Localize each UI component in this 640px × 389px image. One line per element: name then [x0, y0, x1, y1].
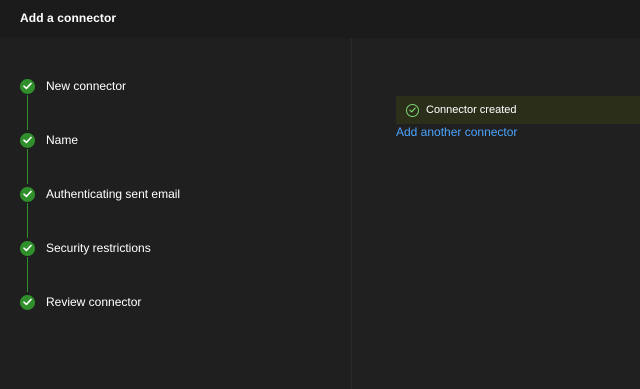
step-connector-line — [27, 149, 28, 184]
success-banner: Connector created — [396, 96, 640, 124]
page-title: Add a connector — [20, 11, 117, 25]
check-circle-icon — [20, 132, 35, 148]
step-list-pane: New connector Name Authenticating sent e… — [0, 38, 351, 389]
step-label: Name — [46, 133, 79, 147]
wizard-step-authenticating-sent-email: Authenticating sent email — [20, 186, 180, 202]
step-label: Review connector — [46, 295, 142, 309]
step-label: Authenticating sent email — [46, 187, 181, 201]
success-message: Connector created — [426, 104, 517, 116]
step-label: Security restrictions — [46, 241, 151, 255]
check-circle-icon — [20, 294, 35, 310]
wizard-step-security-restrictions: Security restrictions — [20, 240, 151, 256]
step-connector-line — [27, 257, 28, 292]
wizard-step-review-connector: Review connector — [20, 294, 141, 310]
check-circle-icon — [20, 78, 35, 94]
check-circle-icon — [20, 186, 35, 202]
check-circle-icon — [406, 103, 419, 117]
connector-wizard-screen: Add a connector New connector Name Authe… — [0, 0, 640, 389]
wizard-step-new-connector: New connector — [20, 78, 126, 94]
add-another-connector-link[interactable]: Add another connector — [396, 125, 517, 139]
page-header: Add a connector — [0, 0, 640, 38]
step-connector-line — [27, 95, 28, 130]
step-label: New connector — [46, 79, 127, 93]
step-connector-line — [27, 203, 28, 238]
wizard-step-name: Name — [20, 132, 78, 148]
content-pane: Connector created Add another connector — [352, 38, 640, 389]
wizard-steps: New connector Name Authenticating sent e… — [0, 38, 351, 389]
check-circle-icon — [20, 240, 35, 256]
